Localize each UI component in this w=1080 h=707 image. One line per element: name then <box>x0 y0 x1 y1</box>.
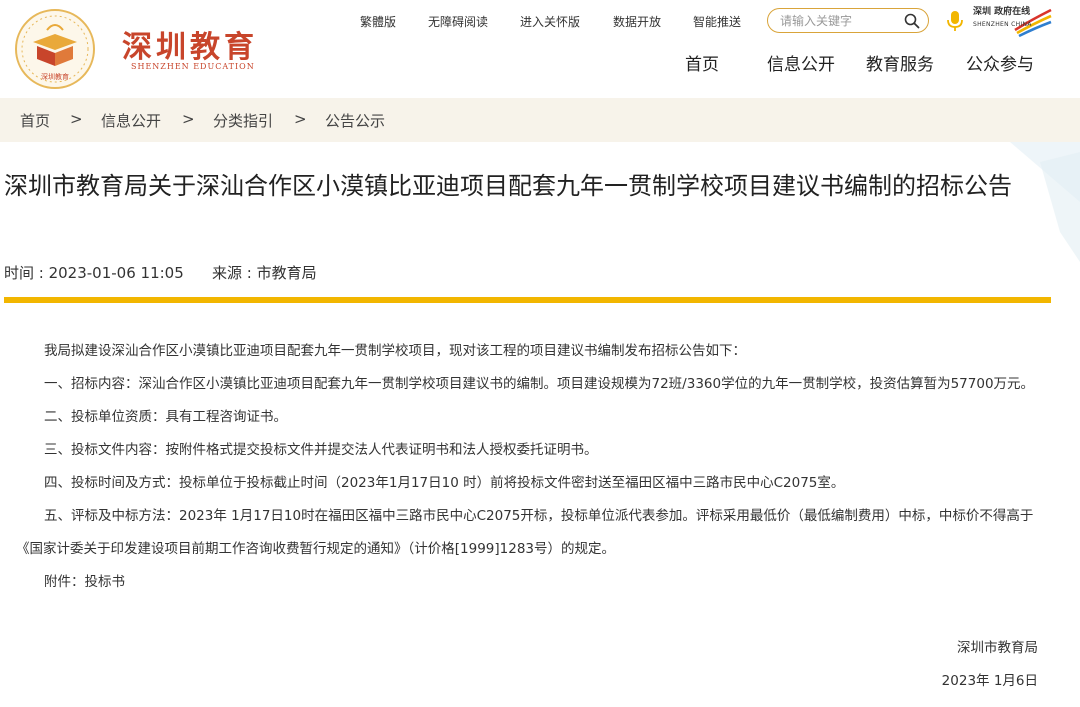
breadcrumb-separator: > <box>294 110 307 128</box>
decorative-stripes-icon <box>1010 142 1080 262</box>
article-main: 深圳市教育局关于深汕合作区小漠镇比亚迪项目配套九年一贯制学校项目建议书编制的招标… <box>0 142 1080 707</box>
brand-english: SHENZHEN CHINA <box>973 21 1032 28</box>
nav-education-services[interactable]: 教育服务 <box>866 50 934 75</box>
breadcrumb-separator: > <box>70 110 83 128</box>
title-divider <box>4 297 1051 303</box>
paragraph-bidding-content: 一、招标内容：深汕合作区小漠镇比亚迪项目配套九年一贯制学校项目建议书的编制。项目… <box>44 376 1035 392</box>
article-body: 我局拟建设深汕合作区小漠镇比亚迪项目配套九年一贯制学校项目，现对该工程的项目建议… <box>16 335 1046 599</box>
smart-push-link[interactable]: 智能推送 <box>693 13 741 30</box>
search-icon[interactable] <box>904 13 920 29</box>
breadcrumb-category-guide[interactable]: 分类指引 <box>213 110 273 131</box>
microphone-icon[interactable] <box>946 10 964 32</box>
article-title: 深圳市教育局关于深汕合作区小漠镇比亚迪项目配套九年一贯制学校项目建议书编制的招标… <box>4 172 1012 200</box>
education-emblem-icon[interactable]: 深圳教育 <box>14 8 96 90</box>
site-logo[interactable]: 深圳教育 SHENZHEN EDUCATION <box>122 22 262 74</box>
nav-information-disclosure[interactable]: 信息公开 <box>767 50 835 75</box>
emblem-text: 深圳教育 <box>41 72 69 81</box>
breadcrumb: 首页 > 信息公开 > 分类指引 > 公告公示 <box>0 98 1080 142</box>
article-source: 来源 : 市教育局 <box>212 264 317 282</box>
paragraph-evaluation: 五、评标及中标方法：2023年 1月17日10时在福田区福中三路市民中心C207… <box>16 508 1034 557</box>
nav-home[interactable]: 首页 <box>685 50 719 75</box>
site-header: 深圳教育 深圳教育 SHENZHEN EDUCATION 繁體版 无障碍阅读 进… <box>0 0 1080 98</box>
attachment-link[interactable]: 附件：投标书 <box>16 566 1046 599</box>
breadcrumb-home[interactable]: 首页 <box>20 110 50 131</box>
open-data-link[interactable]: 数据开放 <box>613 13 661 30</box>
paragraph-bid-documents: 三、投标文件内容：按附件格式提交投标文件并提交法人代表证明书和法人授权委托证明书… <box>44 442 598 458</box>
article-time: 时间 : 2023-01-06 11:05 <box>4 264 184 282</box>
search-input[interactable] <box>780 12 900 30</box>
logo-english: SHENZHEN EDUCATION <box>131 62 255 71</box>
paragraph-intro: 我局拟建设深汕合作区小漠镇比亚迪项目配套九年一贯制学校项目，现对该工程的项目建议… <box>44 343 746 359</box>
publish-date: 2023年 1月6日 <box>941 673 1038 689</box>
paragraph-bid-time: 四、投标时间及方式：投标单位于投标截止时间（2023年1月17日10 时）前将投… <box>44 475 845 491</box>
accessibility-link[interactable]: 无障碍阅读 <box>428 13 488 30</box>
logo-chinese: 深圳教育 <box>122 30 258 65</box>
nav-public-participation[interactable]: 公众参与 <box>966 50 1034 75</box>
breadcrumb-information-disclosure[interactable]: 信息公开 <box>101 110 161 131</box>
signature: 深圳市教育局 <box>957 640 1038 656</box>
breadcrumb-separator: > <box>182 110 195 128</box>
paragraph-qualification: 二、投标单位资质：具有工程咨询证书。 <box>44 409 287 425</box>
breadcrumb-announcements[interactable]: 公告公示 <box>325 110 385 131</box>
traditional-chinese-link[interactable]: 繁體版 <box>360 13 396 30</box>
care-mode-link[interactable]: 进入关怀版 <box>520 13 580 30</box>
shenzhen-government-brand[interactable]: 深圳 政府在线 SHENZHEN CHINA <box>971 4 1053 38</box>
search-box <box>767 8 929 33</box>
brand-chinese: 深圳 政府在线 <box>973 7 1031 17</box>
